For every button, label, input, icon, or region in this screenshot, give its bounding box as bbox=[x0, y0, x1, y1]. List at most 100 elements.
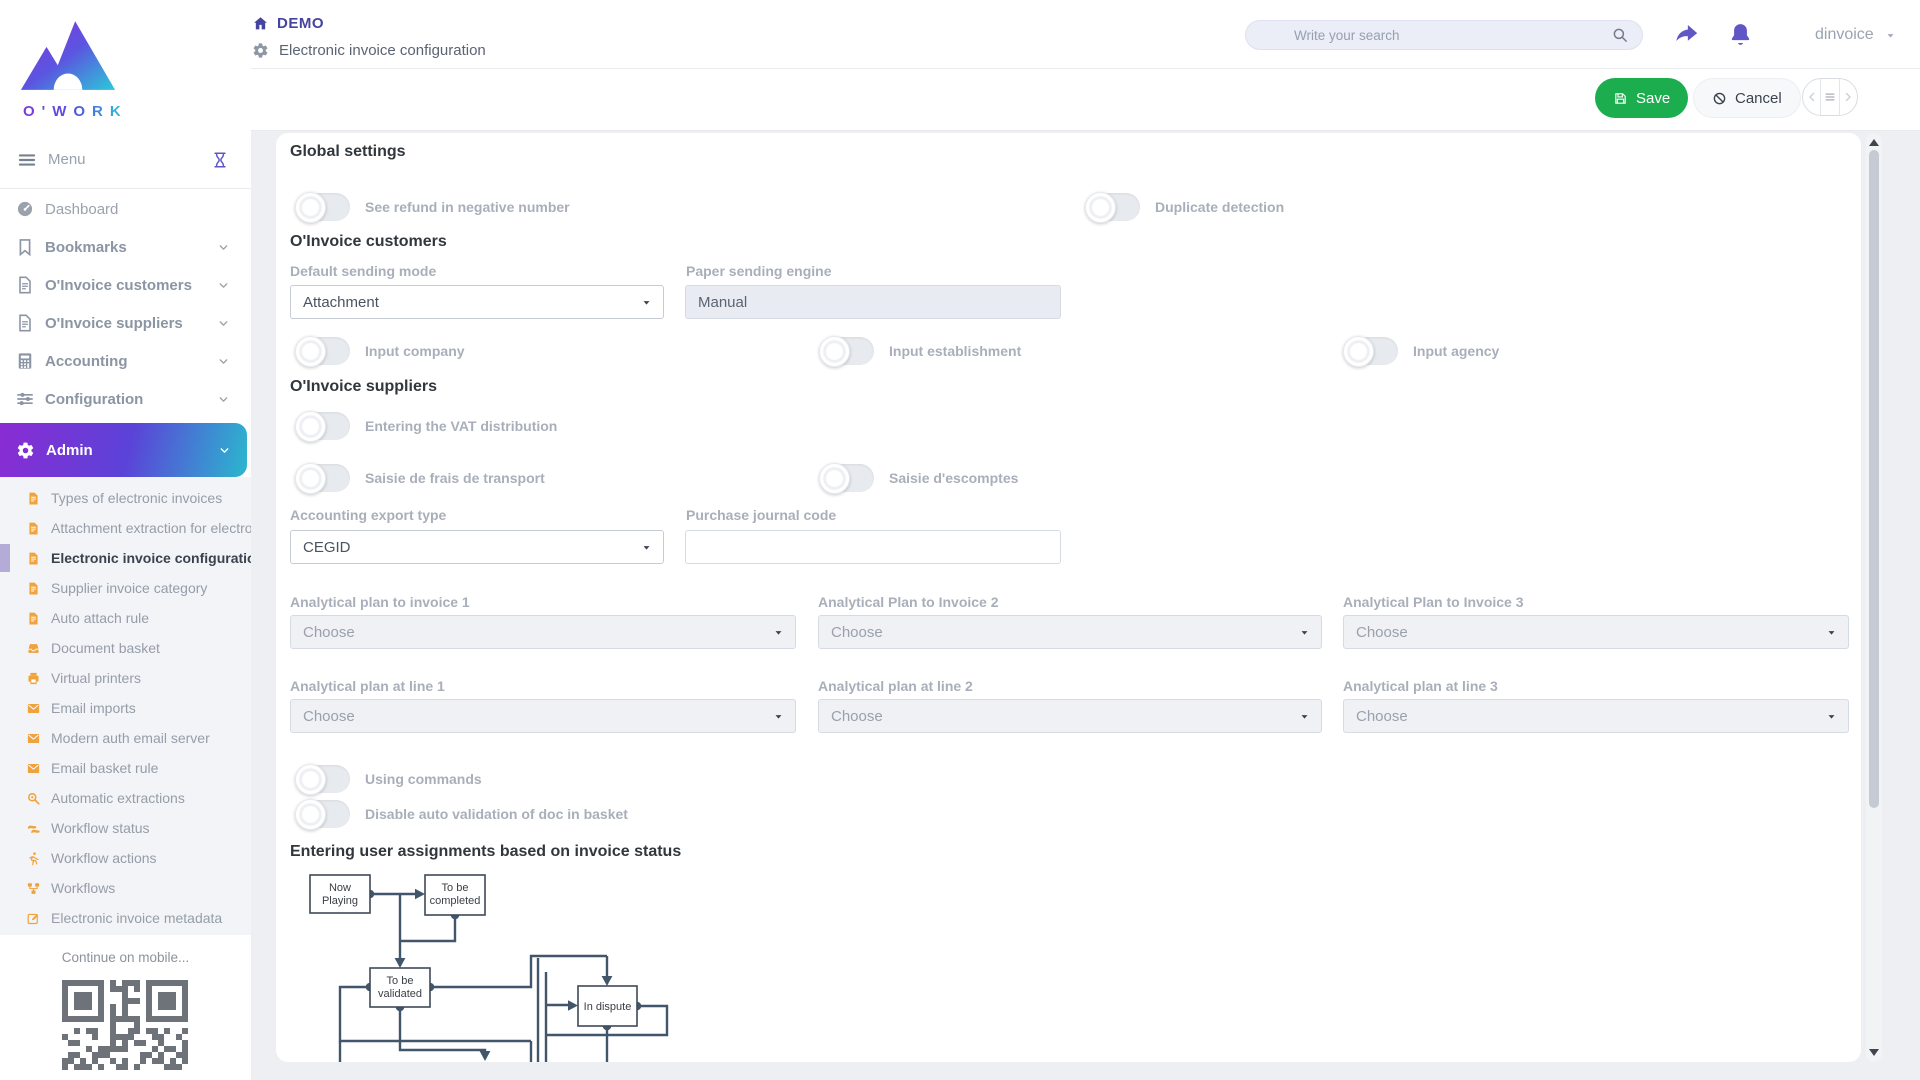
flow-node-to-be-completed: To be completed bbox=[425, 875, 485, 915]
admin-submenu: Types of electronic invoices Attachment … bbox=[0, 477, 251, 935]
doc-icon bbox=[26, 551, 41, 566]
admin-submenu-item[interactable]: Document basket bbox=[0, 633, 251, 663]
save-button[interactable]: Save bbox=[1595, 78, 1688, 118]
purchase-journal-code-input[interactable] bbox=[685, 530, 1061, 564]
hourglass-icon[interactable] bbox=[211, 151, 229, 169]
chevron-down-icon bbox=[217, 241, 230, 254]
admin-submenu-item[interactable]: Automatic extractions bbox=[0, 783, 251, 813]
sidebar-menu-toggle[interactable]: Menu bbox=[0, 131, 251, 188]
using-commands-toggle[interactable] bbox=[296, 765, 350, 793]
admin-submenu-item[interactable]: Types of electronic invoices bbox=[0, 483, 251, 513]
chevron-down-icon bbox=[217, 279, 230, 292]
transport-fees-toggle[interactable] bbox=[296, 464, 350, 492]
breadcrumb-secondary: Electronic invoice configuration bbox=[252, 42, 486, 59]
bell-icon[interactable] bbox=[1727, 21, 1754, 48]
analytical-plan-line-3-select[interactable]: Choose bbox=[1343, 699, 1849, 733]
toggle-row: Input agency bbox=[1344, 336, 1499, 366]
default-sending-mode-select[interactable]: Attachment bbox=[290, 285, 664, 319]
toggle-label: Input agency bbox=[1413, 343, 1499, 359]
caret-down-icon bbox=[772, 710, 785, 723]
field-label: Paper sending engine bbox=[686, 263, 831, 279]
breadcrumb-primary[interactable]: DEMO bbox=[252, 15, 324, 32]
hamburger-icon bbox=[17, 150, 37, 170]
admin-submenu-item[interactable]: Email basket rule bbox=[0, 753, 251, 783]
magnifier-icon bbox=[26, 791, 41, 806]
sidebar-nav-item[interactable]: Bookmarks bbox=[0, 228, 251, 266]
floppy-icon bbox=[1613, 91, 1628, 106]
vat-distribution-toggle[interactable] bbox=[296, 412, 350, 440]
admin-submenu-item[interactable]: Virtual printers bbox=[0, 663, 251, 693]
field-label: Analytical plan to invoice 1 bbox=[290, 594, 470, 610]
select-value: Choose bbox=[831, 624, 883, 641]
select-value: Choose bbox=[303, 624, 355, 641]
toggle-row: Entering the VAT distribution bbox=[296, 411, 557, 441]
input-agency-toggle[interactable] bbox=[1344, 337, 1398, 365]
discounts-toggle[interactable] bbox=[820, 464, 874, 492]
admin-submenu-item[interactable]: Electronic invoice metadata bbox=[0, 903, 251, 933]
admin-submenu-item[interactable]: Workflow status bbox=[0, 813, 251, 843]
duplicate-detection-toggle[interactable] bbox=[1086, 193, 1140, 221]
select-value: Choose bbox=[303, 708, 355, 725]
disable-auto-validation-toggle[interactable] bbox=[296, 800, 350, 828]
sidebar-nav-item[interactable]: Configuration bbox=[0, 380, 251, 418]
search-icon[interactable] bbox=[1611, 26, 1629, 44]
input-establishment-toggle[interactable] bbox=[820, 337, 874, 365]
analytical-plan-invoice-2-select[interactable]: Choose bbox=[818, 615, 1322, 649]
brand-name: O'WORK bbox=[16, 103, 126, 120]
scrollbar-down-arrow[interactable] bbox=[1869, 1049, 1879, 1056]
pager-list-button[interactable] bbox=[1820, 79, 1838, 115]
scrollbar-thumb[interactable] bbox=[1869, 150, 1879, 808]
sidebar-item-admin[interactable]: Admin bbox=[0, 423, 247, 477]
admin-submenu-item[interactable]: Supplier invoice category bbox=[0, 573, 251, 603]
sidebar-nav-item[interactable]: O'Invoice suppliers bbox=[0, 304, 251, 342]
analytical-plan-line-2-select[interactable]: Choose bbox=[818, 699, 1322, 733]
cancel-button-label: Cancel bbox=[1735, 90, 1782, 107]
user-menu[interactable]: dinvoice bbox=[1815, 26, 1897, 44]
flow-node-now-playing: Now Playing bbox=[310, 875, 370, 913]
analytical-plan-line-1-select[interactable]: Choose bbox=[290, 699, 796, 733]
envelope-icon bbox=[26, 701, 41, 716]
sidebar-nav-item[interactable]: Accounting bbox=[0, 342, 251, 380]
doc-icon bbox=[26, 491, 41, 506]
select-value: Choose bbox=[1356, 708, 1408, 725]
admin-submenu-item[interactable]: Electronic invoice configuration bbox=[0, 543, 251, 573]
toggle-row: Input company bbox=[296, 336, 465, 366]
section-title-customers: O'Invoice customers bbox=[290, 233, 447, 251]
admin-submenu-item[interactable]: Auto attach rule bbox=[0, 603, 251, 633]
field-label: Analytical plan at line 1 bbox=[290, 678, 445, 694]
admin-submenu-item[interactable]: Workflows bbox=[0, 873, 251, 903]
envelope-icon bbox=[26, 731, 41, 746]
scrollbar[interactable] bbox=[1866, 133, 1882, 1062]
qr-code bbox=[62, 980, 188, 1070]
toggle-label: Saisie de frais de transport bbox=[365, 470, 545, 486]
admin-submenu-item[interactable]: Modern auth email server bbox=[0, 723, 251, 753]
menu-divider bbox=[0, 188, 251, 189]
caret-down-icon bbox=[1825, 710, 1838, 723]
cancel-button[interactable]: Cancel bbox=[1693, 78, 1801, 118]
sidebar-nav-item[interactable]: Dashboard bbox=[0, 190, 251, 228]
admin-submenu-item[interactable]: Email imports bbox=[0, 693, 251, 723]
input-company-toggle[interactable] bbox=[296, 337, 350, 365]
chevron-down-icon bbox=[218, 444, 231, 457]
analytical-plan-invoice-1-select[interactable]: Choose bbox=[290, 615, 796, 649]
workflow-diagram: Now Playing To be completed To be valida… bbox=[300, 870, 680, 1062]
analytical-plan-invoice-3-select[interactable]: Choose bbox=[1343, 615, 1849, 649]
search-input[interactable] bbox=[1294, 21, 1594, 49]
svg-text:Playing: Playing bbox=[322, 895, 358, 907]
caret-down-icon bbox=[1884, 29, 1897, 42]
accounting-export-type-select[interactable]: CEGID bbox=[290, 530, 664, 564]
paper-sending-engine-input[interactable] bbox=[685, 285, 1061, 319]
see-refund-toggle[interactable] bbox=[296, 193, 350, 221]
toggle-label: Disable auto validation of doc in basket bbox=[365, 806, 628, 822]
admin-submenu-item[interactable]: Attachment extraction for electroni bbox=[0, 513, 251, 543]
scrollbar-up-arrow[interactable] bbox=[1869, 139, 1879, 146]
share-icon[interactable] bbox=[1673, 21, 1700, 48]
svg-text:validated: validated bbox=[378, 988, 422, 1000]
admin-submenu-item[interactable]: Workflow actions bbox=[0, 843, 251, 873]
diagram-icon bbox=[26, 881, 41, 896]
select-value: Choose bbox=[1356, 624, 1408, 641]
toggle-row: See refund in negative number bbox=[296, 192, 570, 222]
sidebar-nav-item[interactable]: O'Invoice customers bbox=[0, 266, 251, 304]
page-title: Electronic invoice configuration bbox=[279, 42, 486, 59]
chevron-down-icon bbox=[217, 393, 230, 406]
